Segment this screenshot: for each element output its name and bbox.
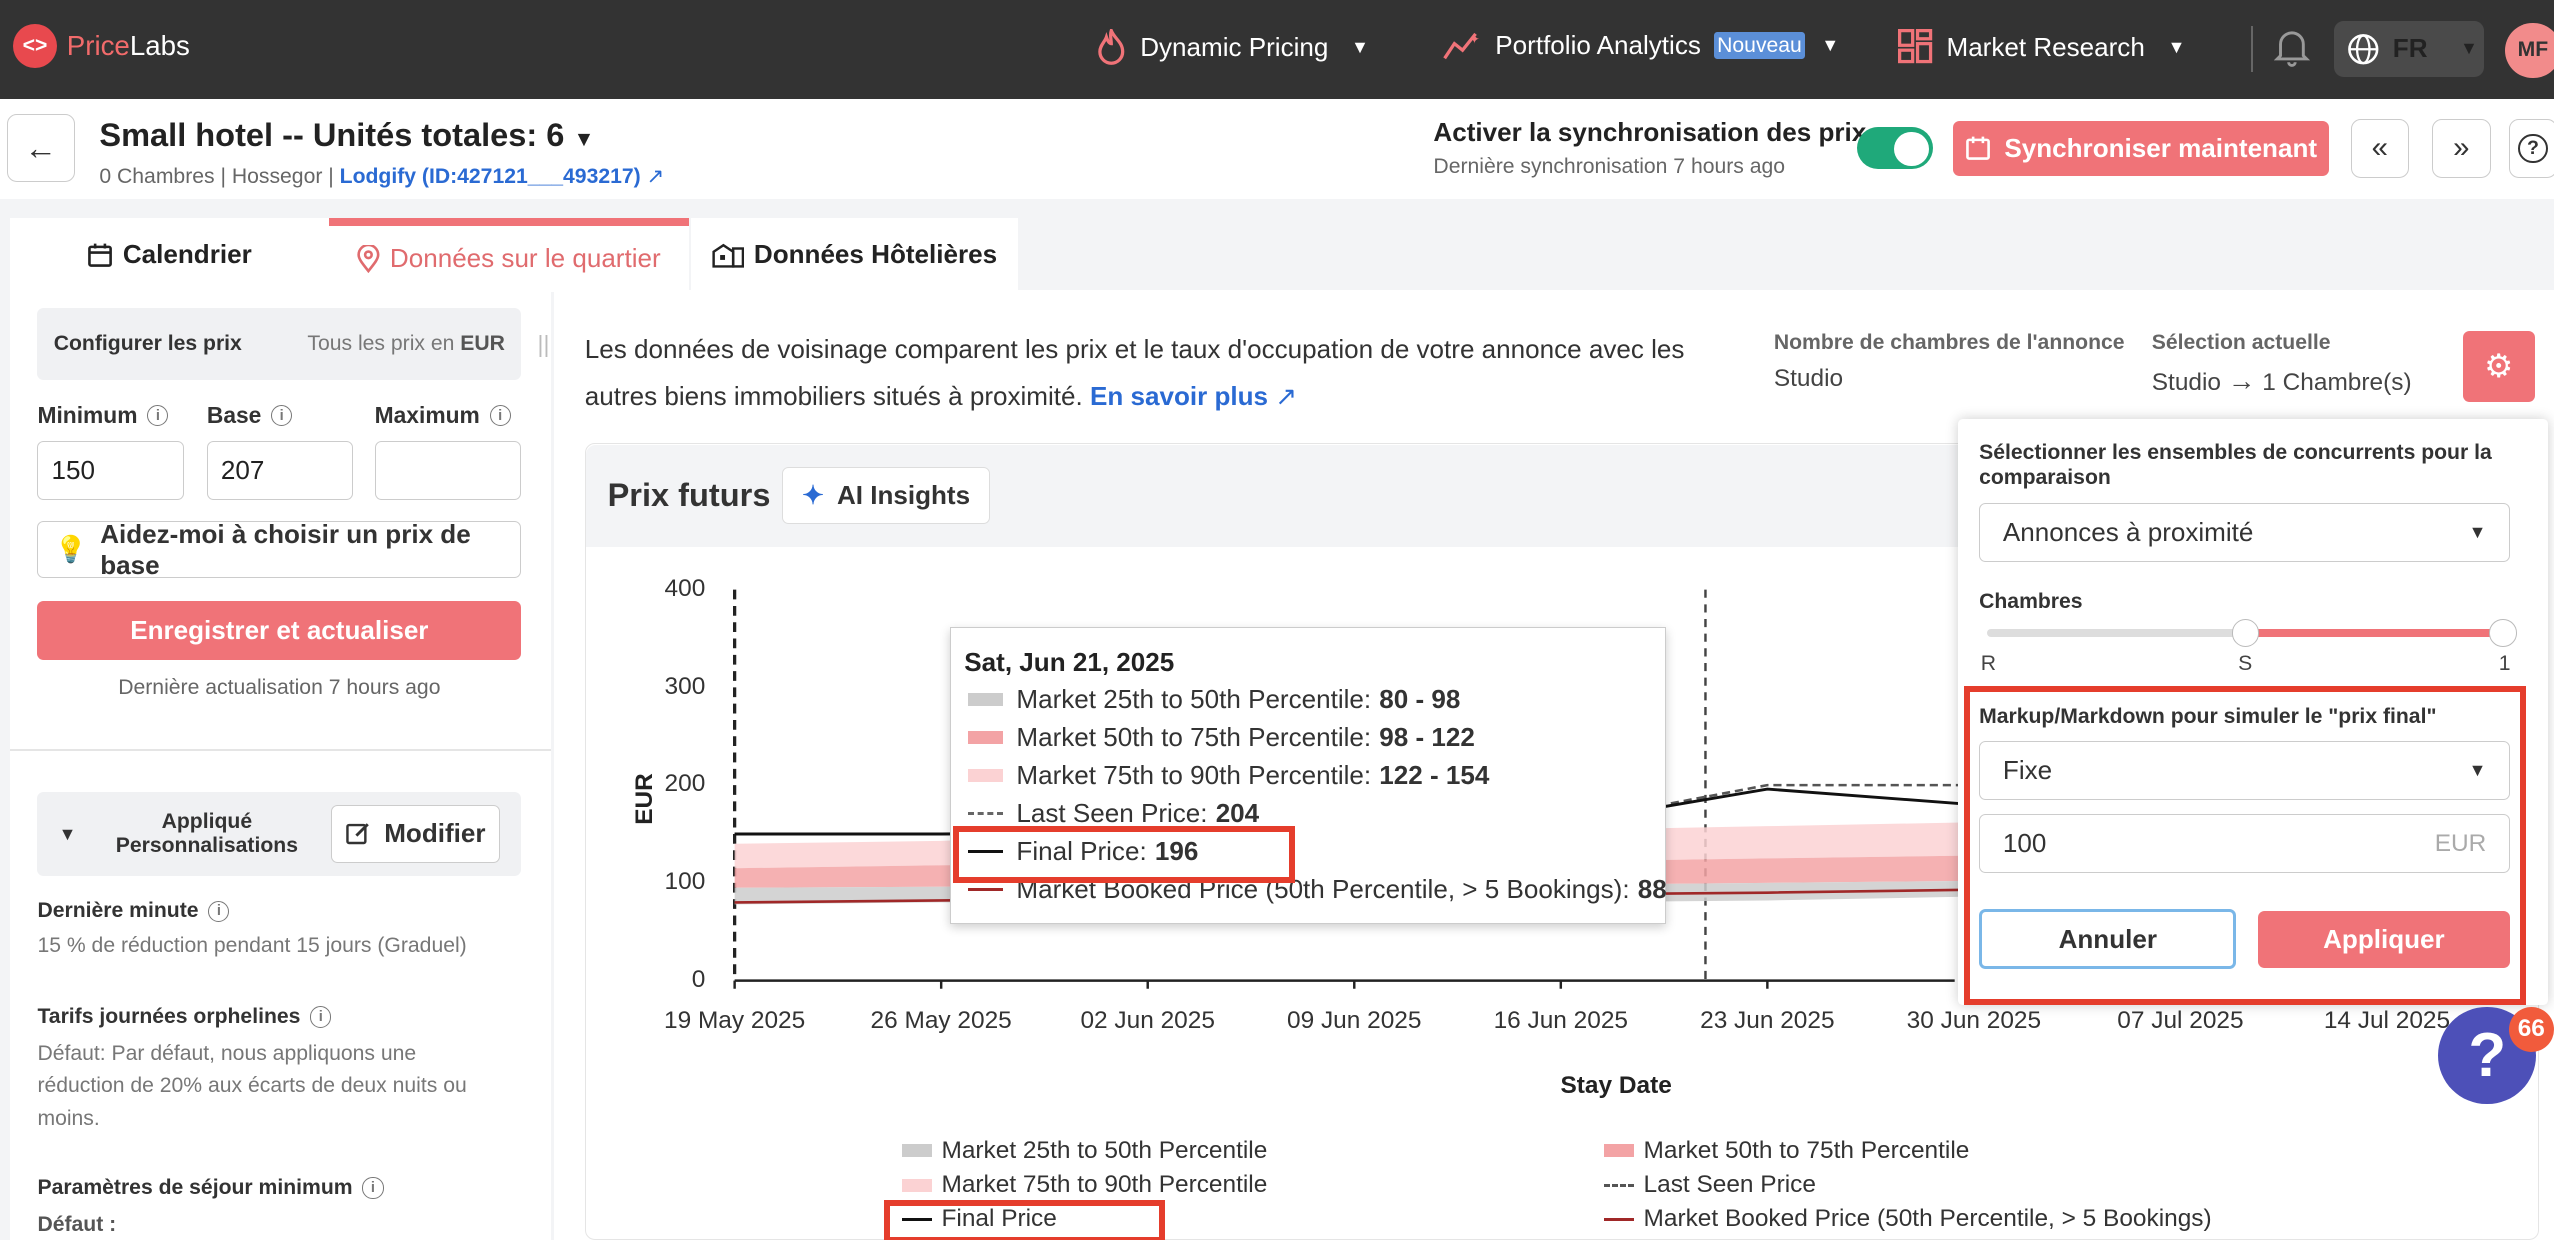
competitor-set-label: Sélectionner les ensembles de concurrent… bbox=[1979, 441, 2492, 489]
apply-button[interactable]: Appliquer bbox=[2257, 910, 2511, 968]
legend-item[interactable]: Market Booked Price (50th Percentile, > … bbox=[1604, 1205, 2212, 1233]
notification-count-badge: 66 bbox=[2508, 1006, 2554, 1053]
legend-label: Market Booked Price (50th Percentile, > … bbox=[1643, 1205, 2212, 1233]
slider-label-1: 1 bbox=[2498, 651, 2511, 675]
tooltip-value: 204 bbox=[1215, 797, 1260, 828]
tooltip-colon: : bbox=[1200, 797, 1208, 828]
tooltip-row: Market 75th to 90th Percentile:122 - 154 bbox=[967, 760, 1490, 791]
legend-final-price-highlight bbox=[884, 1200, 1165, 1240]
legend-swatch bbox=[1604, 1144, 1634, 1158]
tooltip-swatch bbox=[967, 811, 1004, 815]
caret-down-icon: ▼ bbox=[2468, 522, 2487, 543]
legend-swatch bbox=[1604, 1183, 1634, 1187]
tooltip-swatch bbox=[967, 769, 1004, 783]
markup-type-select[interactable]: Fixe ▼ bbox=[1979, 741, 2511, 800]
legend-item[interactable]: Market 50th to 75th Percentile bbox=[1604, 1137, 1969, 1165]
tooltip-colon: : bbox=[1363, 684, 1372, 715]
tooltip-row: Last Seen Price:204 bbox=[967, 797, 1260, 829]
final-price-highlight bbox=[952, 825, 1295, 883]
legend-label: Market 25th to 50th Percentile bbox=[941, 1136, 1268, 1164]
tooltip-swatch bbox=[967, 693, 1004, 707]
tooltip-swatch bbox=[967, 731, 1004, 745]
legend-item[interactable]: Market 25th to 50th Percentile bbox=[902, 1137, 1267, 1165]
slider-label-s: S bbox=[2238, 651, 2253, 675]
legend-swatch bbox=[902, 1178, 932, 1192]
rooms-slider-label: Chambres bbox=[1979, 589, 2083, 613]
markup-unit: EUR bbox=[2434, 829, 2487, 857]
markup-label: Markup/Markdown pour simuler le "prix fi… bbox=[1979, 705, 2437, 729]
rooms-slider-handle-min[interactable] bbox=[2231, 618, 2260, 647]
legend-swatch bbox=[1604, 1217, 1634, 1221]
tooltip-colon: : bbox=[1363, 722, 1372, 753]
tooltip-value: 98 - 122 bbox=[1379, 722, 1475, 753]
legend-swatch bbox=[902, 1144, 932, 1158]
legend-label: Last Seen Price bbox=[1643, 1171, 1816, 1199]
legend-item[interactable]: Last Seen Price bbox=[1604, 1171, 1816, 1199]
tooltip-label: Market 75th to 90th Percentile bbox=[1016, 760, 1364, 791]
tooltip-colon: : bbox=[1363, 760, 1372, 791]
tooltip-row: Market 25th to 50th Percentile:80 - 98 bbox=[967, 684, 1461, 715]
question-icon: ? bbox=[2468, 1021, 2507, 1091]
competitor-set-select[interactable]: Annonces à proximité ▼ bbox=[1979, 503, 2511, 562]
tooltip-value: 80 - 98 bbox=[1379, 684, 1461, 715]
tooltip-label: Last Seen Price bbox=[1016, 797, 1201, 828]
tooltip-value: 122 - 154 bbox=[1379, 760, 1490, 791]
tooltip-label: Market 50th to 75th Percentile bbox=[1016, 722, 1364, 753]
cancel-button[interactable]: Annuler bbox=[1979, 908, 2237, 970]
rooms-slider-range bbox=[2244, 628, 2502, 637]
slider-label-r: R bbox=[1980, 651, 1997, 675]
legend-label: Market 75th to 90th Percentile bbox=[941, 1171, 1268, 1199]
tooltip-label: Market 25th to 50th Percentile bbox=[1016, 684, 1364, 715]
caret-down-icon: ▼ bbox=[2468, 759, 2487, 780]
legend-item[interactable]: Market 75th to 90th Percentile bbox=[902, 1171, 1267, 1199]
tooltip-swatch bbox=[967, 887, 1004, 891]
tooltip-row: Market 50th to 75th Percentile:98 - 122 bbox=[967, 722, 1475, 753]
markup-value-input[interactable]: 100 EUR bbox=[1979, 814, 2511, 874]
tooltip-colon: : bbox=[1622, 873, 1630, 904]
tooltip-date: Sat, Jun 21, 2025 bbox=[964, 646, 1175, 677]
rooms-slider-handle-max[interactable] bbox=[2488, 618, 2517, 647]
tooltip-value: 88 bbox=[1637, 873, 1667, 904]
legend-label: Market 50th to 75th Percentile bbox=[1643, 1136, 1970, 1164]
